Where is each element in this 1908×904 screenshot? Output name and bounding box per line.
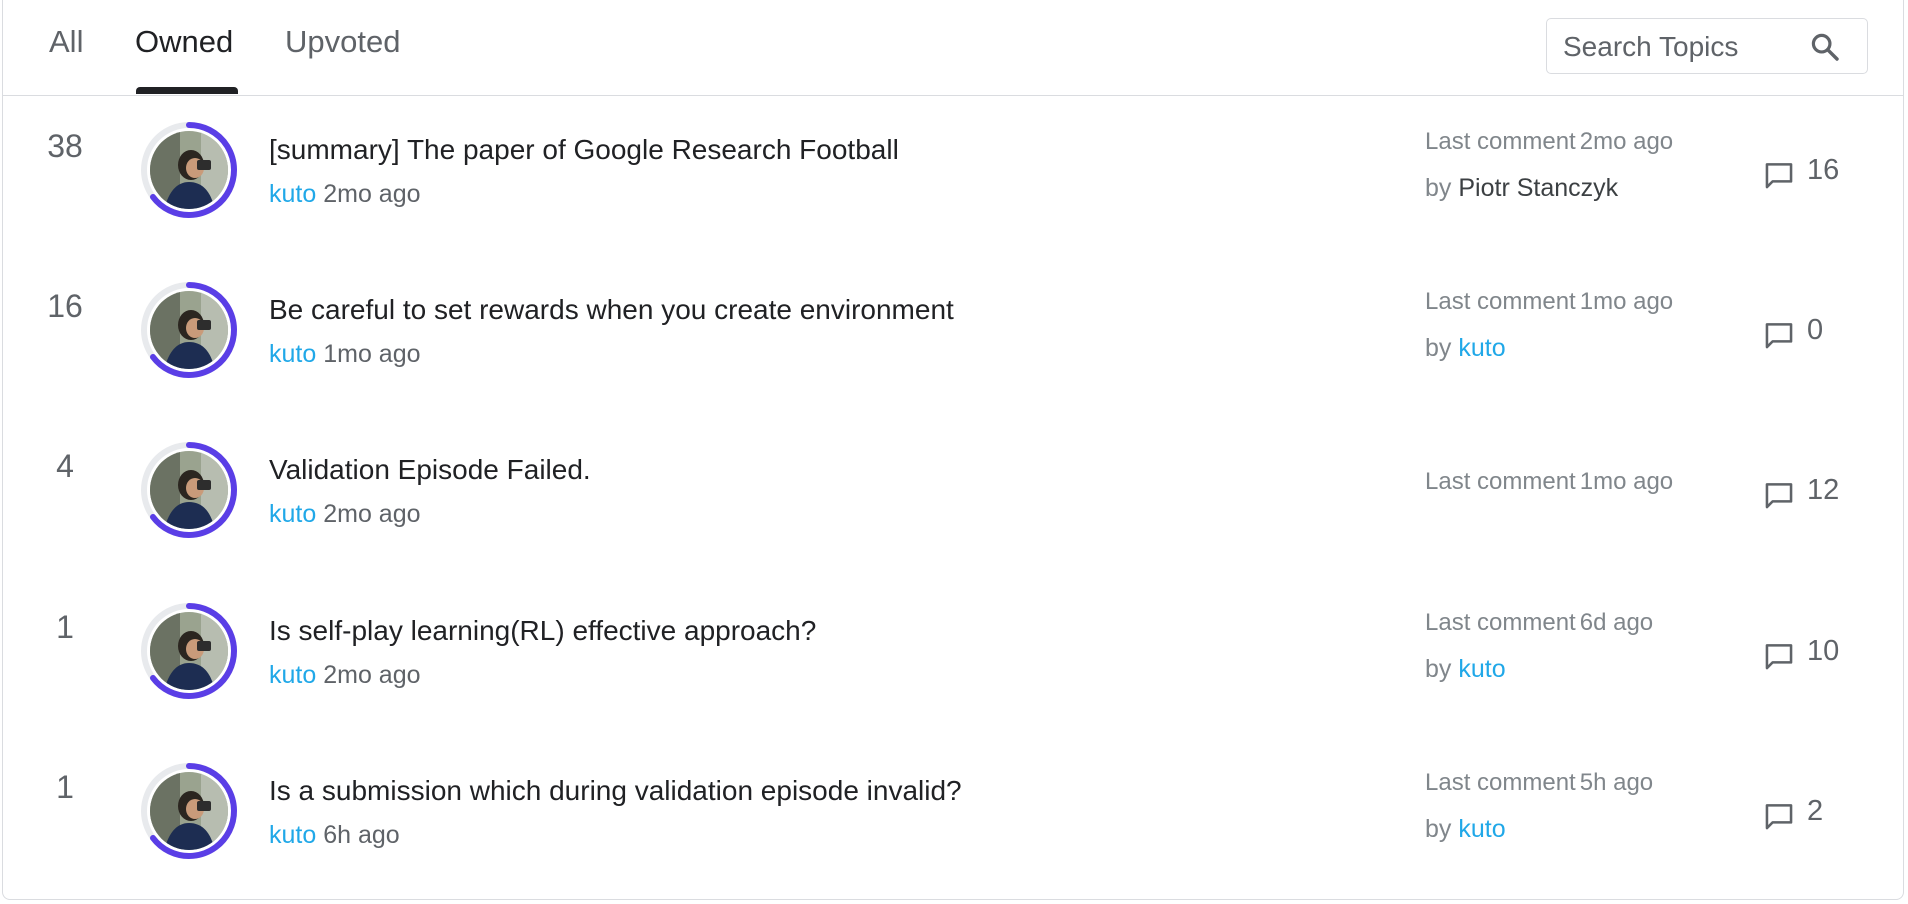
- author-avatar[interactable]: [139, 440, 239, 540]
- topic-posted-time: 2mo ago: [323, 661, 421, 689]
- topic-meta: kuto 6h ago: [269, 821, 400, 850]
- comment-icon: [1765, 644, 1793, 670]
- topic-row[interactable]: 4 Validation Episode Failed. kuto 2mo ag…: [3, 418, 1903, 578]
- comment-count-value: 2: [1807, 795, 1824, 827]
- last-comment-label: Last comment: [1425, 609, 1576, 636]
- search-box[interactable]: [1546, 18, 1868, 74]
- topic-row[interactable]: 38 [summary] The paper of Google Researc…: [3, 98, 1903, 258]
- topic-title[interactable]: Is a submission which during validation …: [269, 775, 962, 807]
- last-comment: Last comment 2mo ago: [1425, 128, 1673, 156]
- by-label: by: [1425, 655, 1452, 683]
- author-avatar[interactable]: [139, 120, 239, 220]
- comment-icon: [1765, 323, 1793, 349]
- topic-posted-time: 6h ago: [323, 821, 400, 849]
- by-label: by: [1425, 174, 1452, 202]
- last-commenter: by kuto: [1425, 655, 1506, 684]
- last-commenter: by Piotr Stanczyk: [1425, 174, 1618, 203]
- topic-posted-time: 2mo ago: [323, 500, 421, 528]
- comment-count[interactable]: 16: [1761, 154, 1861, 194]
- topic-title[interactable]: [summary] The paper of Google Research F…: [269, 134, 899, 166]
- topic-author-link[interactable]: kuto: [269, 340, 316, 368]
- active-tab-indicator: [136, 87, 238, 94]
- last-comment: Last comment 1mo ago: [1425, 468, 1673, 496]
- last-comment-time: 1mo ago: [1579, 288, 1674, 315]
- vote-count[interactable]: 1: [23, 609, 107, 646]
- last-commenter-name[interactable]: Piotr Stanczyk: [1458, 174, 1618, 202]
- tab-all[interactable]: All: [49, 24, 83, 60]
- topic-author-link[interactable]: kuto: [269, 500, 316, 528]
- last-comment: Last comment 1mo ago: [1425, 288, 1673, 316]
- vote-count[interactable]: 38: [23, 128, 107, 165]
- comment-count-value: 0: [1807, 314, 1824, 346]
- comment-icon: [1765, 163, 1793, 189]
- last-commenter-name[interactable]: kuto: [1458, 815, 1505, 843]
- vote-count[interactable]: 4: [23, 448, 107, 485]
- topic-author-link[interactable]: kuto: [269, 180, 316, 208]
- last-comment-label: Last comment: [1425, 288, 1576, 315]
- topic-author-link[interactable]: kuto: [269, 661, 316, 689]
- search-icon[interactable]: [1809, 31, 1841, 63]
- topic-title[interactable]: Be careful to set rewards when you creat…: [269, 294, 954, 326]
- topic-row[interactable]: 1 Is a submission which during validatio…: [3, 739, 1903, 899]
- last-comment: Last comment 6d ago: [1425, 609, 1653, 637]
- comment-count-value: 12: [1807, 474, 1840, 506]
- author-avatar[interactable]: [139, 280, 239, 380]
- last-commenter: by kuto: [1425, 334, 1506, 363]
- by-label: by: [1425, 815, 1452, 843]
- vote-count[interactable]: 16: [23, 288, 107, 325]
- comment-icon: [1765, 483, 1793, 509]
- topic-author-link[interactable]: kuto: [269, 821, 316, 849]
- comment-count[interactable]: 0: [1761, 314, 1861, 354]
- topic-title[interactable]: Validation Episode Failed.: [269, 454, 591, 486]
- tab-bar: All Owned Upvoted: [3, 0, 1903, 96]
- last-comment: Last comment 5h ago: [1425, 769, 1653, 797]
- comment-count[interactable]: 10: [1761, 635, 1861, 675]
- topic-posted-time: 2mo ago: [323, 180, 421, 208]
- topic-title[interactable]: Is self-play learning(RL) effective appr…: [269, 615, 816, 647]
- topic-meta: kuto 2mo ago: [269, 500, 421, 529]
- topic-meta: kuto 1mo ago: [269, 340, 421, 369]
- topic-meta: kuto 2mo ago: [269, 180, 421, 209]
- topic-row[interactable]: 16 Be careful to set rewards when you cr…: [3, 258, 1903, 418]
- last-comment-label: Last comment: [1425, 769, 1576, 796]
- last-comment-time: 6d ago: [1579, 609, 1654, 636]
- topic-posted-time: 1mo ago: [323, 340, 421, 368]
- topic-row[interactable]: 1 Is self-play learning(RL) effective ap…: [3, 579, 1903, 739]
- last-comment-label: Last comment: [1425, 468, 1576, 495]
- topic-meta: kuto 2mo ago: [269, 661, 421, 690]
- comment-count-value: 10: [1807, 635, 1840, 667]
- last-commenter-name[interactable]: kuto: [1458, 334, 1505, 362]
- author-avatar[interactable]: [139, 601, 239, 701]
- author-avatar[interactable]: [139, 761, 239, 861]
- topics-panel: All Owned Upvoted 38: [2, 0, 1904, 900]
- comment-icon: [1765, 804, 1793, 830]
- vote-count[interactable]: 1: [23, 769, 107, 806]
- last-commenter-name[interactable]: kuto: [1458, 655, 1505, 683]
- tab-upvoted[interactable]: Upvoted: [285, 24, 400, 60]
- last-comment-time: 5h ago: [1579, 769, 1654, 796]
- last-commenter: by kuto: [1425, 815, 1506, 844]
- last-comment-label: Last comment: [1425, 128, 1576, 155]
- search-input[interactable]: [1563, 31, 1793, 63]
- comment-count[interactable]: 12: [1761, 474, 1861, 514]
- comment-count[interactable]: 2: [1761, 795, 1861, 835]
- tab-owned[interactable]: Owned: [135, 24, 233, 60]
- last-comment-time: 2mo ago: [1579, 128, 1674, 155]
- comment-count-value: 16: [1807, 154, 1840, 186]
- last-comment-time: 1mo ago: [1579, 468, 1674, 495]
- by-label: by: [1425, 334, 1452, 362]
